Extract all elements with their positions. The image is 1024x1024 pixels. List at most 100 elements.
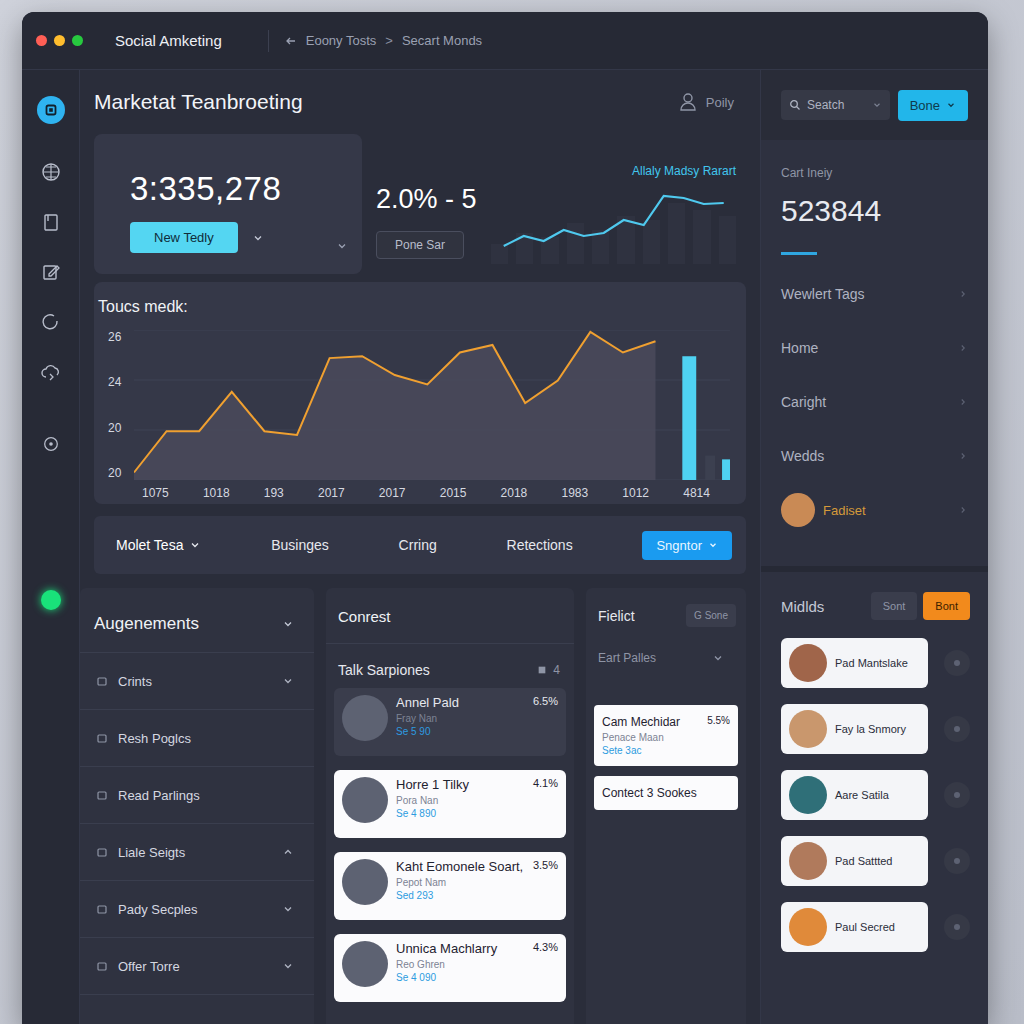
right-column: Seatch Bone Cart Ineiy 523844 Wewlert Ta… bbox=[760, 70, 988, 1024]
menu-label: Crints bbox=[118, 674, 272, 689]
person-meta: Sed 293 bbox=[396, 890, 525, 901]
person-card[interactable]: Pad Mantslake bbox=[781, 638, 928, 688]
close-button[interactable] bbox=[36, 35, 47, 46]
back-arrow-icon[interactable] bbox=[285, 35, 297, 47]
chart-bar[interactable] bbox=[722, 459, 730, 480]
profile-item[interactable]: Fadiset bbox=[781, 483, 968, 537]
sidebar-item[interactable] bbox=[37, 158, 65, 186]
rate-button[interactable]: Pone Sar bbox=[376, 231, 464, 259]
more-button[interactable] bbox=[944, 782, 970, 808]
contact-card[interactable]: Contect 3 Sookes bbox=[594, 776, 738, 810]
search-field[interactable]: Seatch bbox=[781, 90, 890, 120]
summary-item[interactable]: Wewlert Tags bbox=[781, 267, 968, 321]
breadcrumb-item[interactable]: Secart Monds bbox=[402, 33, 482, 48]
more-button[interactable] bbox=[944, 848, 970, 874]
profile-name: Fadiset bbox=[823, 503, 866, 518]
sidebar-item[interactable] bbox=[37, 358, 65, 386]
person-card[interactable]: Kaht Eomonele Soart, Pepot Nam Sed 293 3… bbox=[334, 852, 566, 920]
filter-button[interactable]: Sont bbox=[871, 592, 918, 620]
filter-button[interactable]: Bont bbox=[923, 592, 970, 620]
sparkline-bars bbox=[491, 196, 736, 264]
panel-title: Midlds bbox=[781, 598, 824, 615]
menu-row[interactable]: Resh Poglcs bbox=[80, 710, 314, 767]
breadcrumb-item[interactable]: Eoony Tosts bbox=[306, 33, 377, 48]
user-name: Poily bbox=[706, 95, 734, 110]
minimize-button[interactable] bbox=[54, 35, 65, 46]
sparkline-bar bbox=[693, 210, 710, 264]
stat-value: 2.0% - 5 bbox=[376, 184, 477, 215]
contact-header: Contect 3 Sookes bbox=[602, 786, 730, 800]
summary-item[interactable]: Caright bbox=[781, 375, 968, 429]
avatar bbox=[781, 493, 815, 527]
rate-summary: 2.0% - 5 Pone Sar bbox=[376, 134, 477, 274]
chart-bar[interactable] bbox=[682, 356, 696, 480]
person-name: Annel Pald bbox=[396, 695, 525, 710]
sparkline-bar bbox=[491, 244, 508, 264]
person-card[interactable]: Pad Sattted bbox=[781, 836, 928, 886]
person-card[interactable]: Paul Secred bbox=[781, 902, 928, 952]
summary-item[interactable]: Home bbox=[781, 321, 968, 375]
new-button[interactable]: New Tedly bbox=[130, 222, 238, 253]
menu-row[interactable]: Pady Secples bbox=[80, 881, 314, 938]
refresh-icon bbox=[41, 312, 61, 332]
page: Social Amketing Eoony Tosts> Secart Mond… bbox=[0, 0, 1024, 1024]
x-tick: 1018 bbox=[203, 486, 230, 500]
menu-row[interactable]: Offer Torre bbox=[80, 938, 314, 995]
chevron-down-icon bbox=[708, 540, 718, 550]
summary-item[interactable]: Wedds bbox=[781, 429, 968, 483]
sidebar-item[interactable] bbox=[37, 308, 65, 336]
chevron-down-icon[interactable] bbox=[336, 240, 348, 252]
chevron-down-icon bbox=[282, 675, 294, 687]
person-row: Pad Sattted bbox=[781, 836, 970, 886]
profile: Fadiset bbox=[781, 493, 866, 527]
stat-value: 3:335,278 bbox=[130, 170, 362, 208]
dropdown[interactable]: Eart Palles bbox=[594, 641, 738, 705]
panel-button[interactable]: G Sone bbox=[686, 604, 736, 627]
breadcrumb-separator: > bbox=[385, 33, 393, 48]
more-button[interactable] bbox=[944, 716, 970, 742]
menu-label: Liale Seigts bbox=[118, 845, 272, 860]
dropdown-label: Eart Palles bbox=[598, 651, 656, 665]
chart-bar[interactable] bbox=[705, 456, 715, 480]
chevron-down-icon[interactable] bbox=[252, 232, 264, 244]
person-card[interactable]: Horre 1 Tilky Pora Nan Se 4 890 4.1% bbox=[334, 770, 566, 838]
tab[interactable]: Businges bbox=[271, 537, 329, 553]
tab[interactable]: Crring bbox=[399, 537, 437, 553]
sidebar-item[interactable] bbox=[37, 96, 65, 124]
person-info: Kaht Eomonele Soart, Pepot Nam Sed 293 bbox=[396, 859, 525, 901]
avatar bbox=[342, 777, 388, 823]
tab-label: Retections bbox=[507, 537, 573, 553]
action-button[interactable]: Bone bbox=[898, 90, 968, 121]
sidebar-item[interactable] bbox=[37, 258, 65, 286]
person-card[interactable]: Fay la Snmory bbox=[781, 704, 928, 754]
tab-label: Crring bbox=[399, 537, 437, 553]
x-tick: 1983 bbox=[561, 486, 588, 500]
search-placeholder: Seatch bbox=[807, 98, 866, 112]
tab[interactable]: Retections bbox=[507, 537, 573, 553]
more-button[interactable] bbox=[944, 914, 970, 940]
maximize-button[interactable] bbox=[72, 35, 83, 46]
more-button[interactable] bbox=[944, 650, 970, 676]
contact-header: Cam Mechidar 5.5% bbox=[602, 715, 730, 729]
user-icon bbox=[678, 92, 698, 112]
menu-row[interactable]: Liale Seigts bbox=[80, 824, 314, 881]
person-card[interactable]: Annel Pald Fray Nan Se 5 90 6.5% bbox=[334, 688, 566, 756]
person-name: Unnica Machlarry bbox=[396, 941, 525, 956]
menu-row[interactable]: Crints bbox=[80, 653, 314, 710]
chevron-down-icon bbox=[282, 960, 294, 972]
panel-header[interactable]: Augenements bbox=[80, 588, 314, 653]
sidebar-item[interactable] bbox=[37, 208, 65, 236]
contact-meta: Sete 3ac bbox=[602, 745, 730, 756]
contact-card[interactable]: Cam Mechidar 5.5% Penace Maan Sete 3ac bbox=[594, 705, 738, 766]
user-menu[interactable]: Poily bbox=[678, 92, 734, 112]
summary-panel: Cart Ineiy 523844 Wewlert Tags Home Cari… bbox=[761, 140, 988, 572]
menu-row[interactable]: Read Parlings bbox=[80, 767, 314, 824]
sidebar-item[interactable] bbox=[37, 430, 65, 458]
menu-label: Resh Poglcs bbox=[118, 731, 294, 746]
person-card[interactable]: Aare Satila bbox=[781, 770, 928, 820]
person-card[interactable]: Unnica Machlarry Reo Ghren Se 4 090 4.3% bbox=[334, 934, 566, 1002]
tab[interactable]: Molet Tesa bbox=[116, 537, 201, 553]
person-row: Fay la Snmory bbox=[781, 704, 970, 754]
chevron-right-icon bbox=[958, 505, 968, 515]
register-button[interactable]: Sngntor bbox=[642, 531, 732, 560]
